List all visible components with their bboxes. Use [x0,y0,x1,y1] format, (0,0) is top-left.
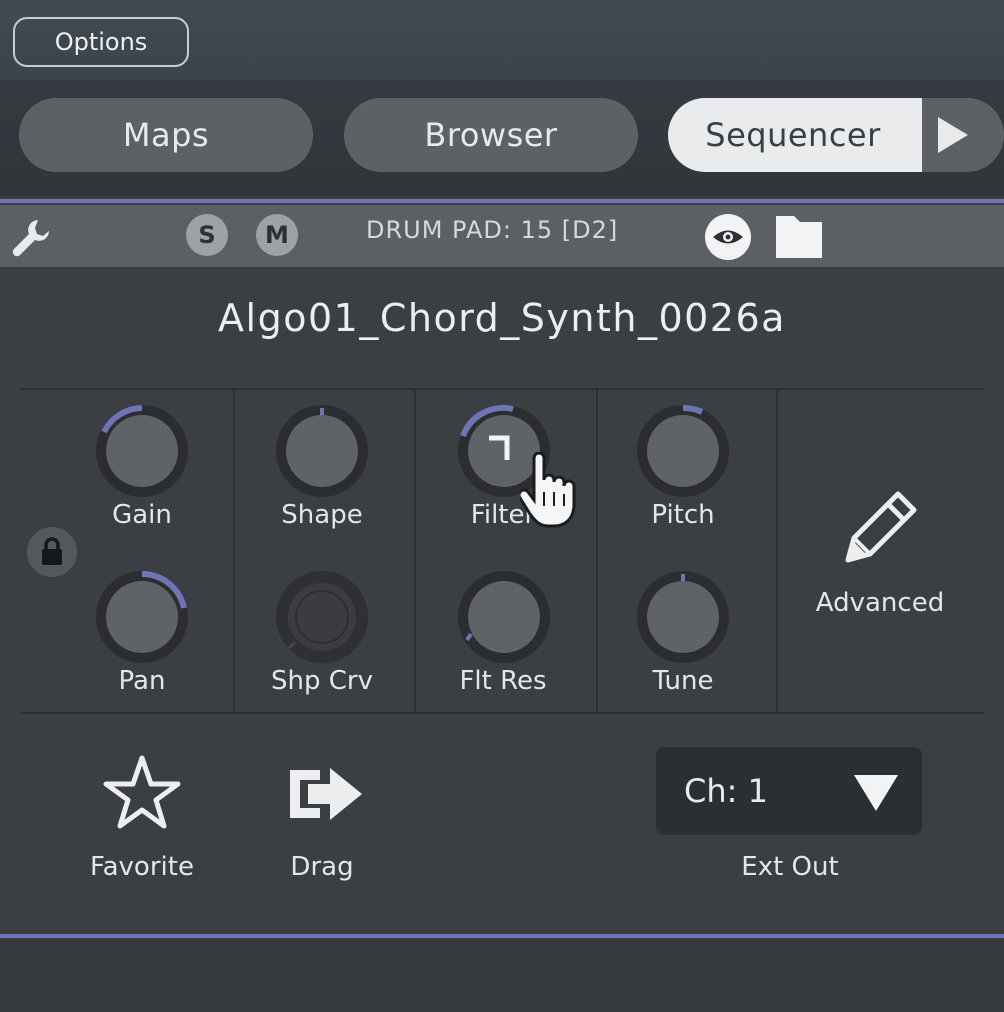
grid-divider [233,388,235,714]
eye-button[interactable] [705,214,751,260]
bottom-area [0,940,1004,1012]
tab-scroll-right-button[interactable] [922,98,1004,172]
shp-crv-label: Shp Crv [271,666,373,696]
folder-icon[interactable] [774,212,824,264]
tune-label: Tune [652,666,714,696]
favorite-label[interactable]: Favorite [62,852,222,882]
pencil-icon[interactable] [840,488,920,568]
accent-divider-bottom [0,934,1004,938]
wrench-icon[interactable] [10,216,54,264]
eye-icon [713,230,743,244]
shape-knob[interactable] [273,402,371,500]
gain-label: Gain [112,500,172,530]
lock-button[interactable] [27,527,77,577]
tune-knob[interactable] [634,568,732,666]
flt-res-label: Flt Res [459,666,547,696]
gain-knob[interactable] [93,402,191,500]
flt-res-knob[interactable] [455,568,553,666]
solo-button[interactable]: S [186,214,228,256]
dropdown-arrow-icon [854,775,898,811]
top-bar: Options [0,0,1004,80]
pitch-knob[interactable] [634,402,732,500]
tab-sequencer[interactable]: Sequencer [668,98,928,172]
play-arrow-icon [938,117,968,153]
tab-bar: Maps Browser Sequencer [0,80,1004,196]
pan-label: Pan [118,666,166,696]
hand-cursor-icon [520,452,576,528]
advanced-button[interactable]: Advanced [780,588,980,618]
mute-button[interactable]: M [256,214,298,256]
grid-divider [414,388,416,714]
ext-out-label: Ext Out [741,852,839,882]
drag-icon[interactable] [286,764,366,824]
tab-browser[interactable]: Browser [344,98,638,172]
drum-pad-label: DRUM PAD: 15 [D2] [366,216,619,244]
grid-divider [20,712,984,714]
options-button[interactable]: Options [13,17,189,67]
channel-value: Ch: 1 [684,772,768,810]
tab-maps[interactable]: Maps [19,98,313,172]
pitch-label: Pitch [651,500,715,530]
lock-icon [42,537,62,565]
grid-divider [20,388,984,390]
channel-select[interactable]: Ch: 1 [656,747,922,835]
drag-label[interactable]: Drag [252,852,392,882]
shape-label: Shape [281,500,363,530]
grid-divider [596,388,598,714]
grid-divider [776,388,778,714]
shp-crv-knob[interactable] [273,568,371,666]
accent-divider-top [0,199,1004,203]
pan-knob[interactable] [93,568,191,666]
preset-name: Algo01_Chord_Synth_0026a [218,296,786,340]
star-icon[interactable] [100,752,184,836]
